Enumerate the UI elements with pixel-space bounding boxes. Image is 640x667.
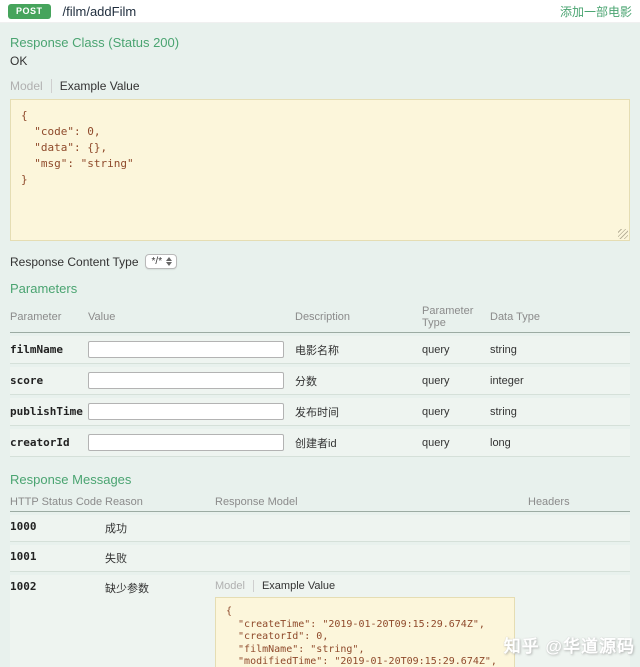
param-description: 分数 [295,367,422,395]
selected-content-type: */* [151,256,163,267]
model-example-snippet[interactable]: { "createTime": "2019-01-20T09:15:29.674… [215,597,515,667]
param-type: query [422,367,490,395]
param-data-type: long [490,429,630,457]
status-reason: 缺少参数 [105,575,215,667]
tab-example-value[interactable]: Example Value [252,580,343,592]
table-row: score 分数 query integer [10,367,630,395]
param-name: score [10,367,88,395]
col-headers: Headers [528,494,630,512]
tab-model[interactable]: Model [10,79,51,93]
tab-example-value[interactable]: Example Value [50,79,148,93]
col-parameter-type: Parameter Type [422,303,490,333]
response-example-snippet[interactable]: { "code": 0, "data": {}, "msg": "string"… [10,99,630,241]
operation-header[interactable]: POST /film/addFilm 添加一部电影 [0,0,640,23]
post-method-badge: POST [8,3,51,19]
response-class-tabs: Model Example Value [10,79,630,93]
response-class-title: Response Class (Status 200) [10,35,180,50]
response-example-json: { "code": 0, "data": {}, "msg": "string"… [21,109,134,186]
messages-header-row: HTTP Status Code Reason Response Model H… [10,494,630,512]
param-input-creatorid[interactable] [88,434,284,451]
param-type: query [422,398,490,426]
table-row: creatorId 创建者id query long [10,429,630,457]
param-name: creatorId [10,429,88,457]
param-type: query [422,336,490,364]
col-response-model: Response Model [215,494,528,512]
parameters-header-row: Parameter Value Description Parameter Ty… [10,303,630,333]
parameters-table: Parameter Value Description Parameter Ty… [10,300,630,460]
param-description: 发布时间 [295,398,422,426]
table-row: 1001 失败 [10,545,630,572]
param-input-filmname[interactable] [88,341,284,358]
status-reason: 失败 [105,545,215,572]
status-code: 1000 [10,515,105,542]
param-type: query [422,429,490,457]
swagger-operation-panel: POST /film/addFilm 添加一部电影 Response Class… [0,0,640,667]
col-description: Description [295,303,422,333]
parameters-title: Parameters [10,281,78,296]
param-input-score[interactable] [88,372,284,389]
param-data-type: string [490,336,630,364]
watermark: 知乎 @华道源码 [503,637,635,656]
status-code: 1001 [10,545,105,572]
table-row: filmName 电影名称 query string [10,336,630,364]
table-row: 1000 成功 [10,515,630,542]
param-data-type: string [490,398,630,426]
response-class-status: OK [10,54,28,68]
select-stepper-icon [166,257,173,266]
status-reason: 成功 [105,515,215,542]
operation-body: Response Class (Status 200) OK Model Exa… [0,35,640,667]
param-name: publishTime [10,398,88,426]
resize-grip-icon[interactable] [618,229,628,239]
response-messages-title: Response Messages [10,472,132,487]
response-content-type-select[interactable]: */* [144,254,178,269]
col-http-status-code: HTTP Status Code [10,494,105,512]
tab-model[interactable]: Model [215,580,253,592]
param-description: 创建者id [295,429,422,457]
model-example-json: { "createTime": "2019-01-20T09:15:29.674… [226,606,497,667]
col-parameter: Parameter [10,303,88,333]
response-model-tabs: Model Example Value [215,580,528,592]
table-row: publishTime 发布时间 query string [10,398,630,426]
response-content-type-row: Response Content Type */* [10,254,630,269]
param-data-type: integer [490,367,630,395]
param-input-publishtime[interactable] [88,403,284,420]
operation-path: /film/addFilm [62,3,137,19]
col-data-type: Data Type [490,303,630,333]
col-value: Value [88,303,295,333]
col-reason: Reason [105,494,215,512]
status-code: 1002 [10,575,105,667]
operation-summary-link[interactable]: 添加一部电影 [560,3,632,20]
param-description: 电影名称 [295,336,422,364]
param-name: filmName [10,336,88,364]
response-content-type-label: Response Content Type [10,254,139,269]
